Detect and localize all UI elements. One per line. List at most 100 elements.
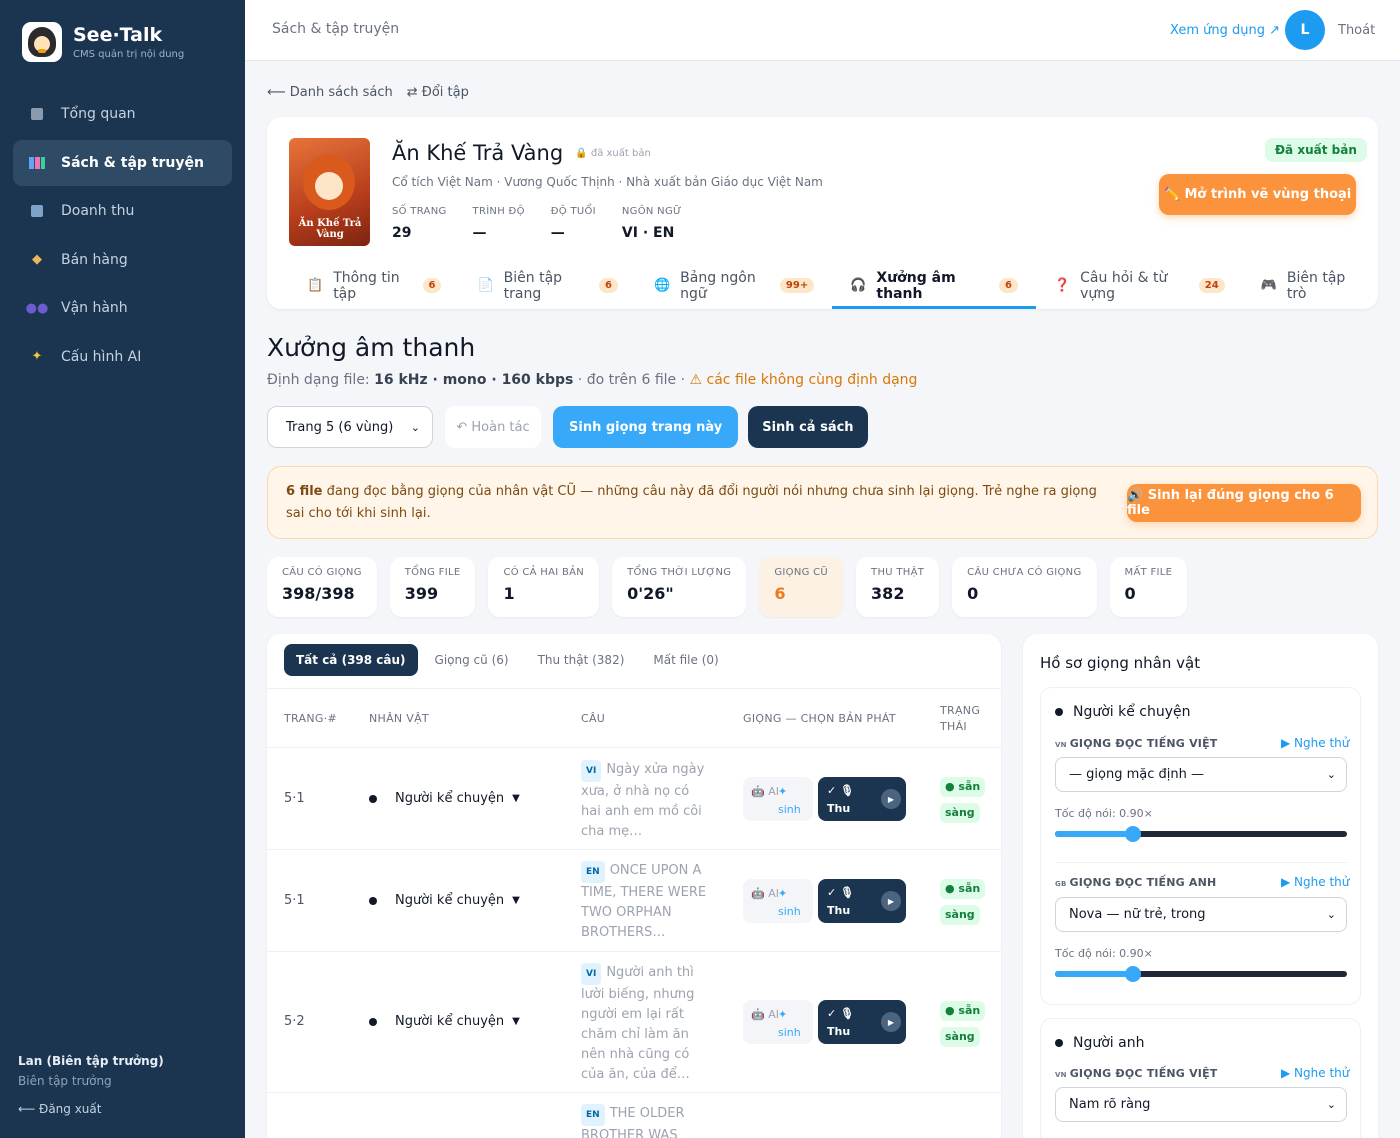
col-voice: GIỌNG — CHỌN BẢN PHÁT bbox=[743, 712, 896, 725]
headphones-icon: 🎧 bbox=[850, 278, 867, 293]
ai-voice-option[interactable]: 🤖 AI ✦ sinh bbox=[743, 777, 813, 821]
page-select[interactable]: Trang 5 (6 vùng) ⌄ bbox=[267, 406, 433, 448]
user-role: Biên tập trưởng bbox=[18, 1074, 112, 1088]
chevron-down-icon: ⌄ bbox=[1326, 908, 1336, 921]
cover-title: Ăn Khế Trả Vàng bbox=[298, 218, 362, 240]
logout-link[interactable]: ⟵ Đăng xuất bbox=[18, 1102, 164, 1116]
voice-group-label: GB GIỌNG ĐỌC TIẾNG ANH bbox=[1055, 876, 1217, 889]
character-select[interactable]: Người kể chuyện ▼ bbox=[369, 1014, 520, 1029]
sidebar-item-revenue[interactable]: Doanh thu bbox=[13, 188, 232, 234]
recorded-voice-option[interactable]: ✓ 🎙 Thu thật — ▶ bbox=[818, 777, 906, 833]
tab-quiz-vocab[interactable]: ❓ Câu hỏi & từ vựng 24 bbox=[1036, 262, 1243, 309]
col-id: TRANG·# bbox=[284, 712, 338, 725]
breadcrumb: Sách & tập truyện bbox=[272, 21, 400, 37]
play-icon[interactable]: ▶ bbox=[881, 789, 901, 809]
logo-icon bbox=[22, 22, 62, 62]
metric-voiced: CÂU CÓ GIỌNG 398/398 bbox=[267, 557, 377, 617]
question-icon: ❓ bbox=[1053, 278, 1071, 293]
sidebar-item-operations[interactable]: ●● Vận hành bbox=[13, 285, 232, 331]
brand[interactable]: See·Talk CMS quản trị nội dung bbox=[22, 22, 184, 62]
tab-page-editor[interactable]: 📄 Biên tập trang 6 bbox=[459, 262, 635, 309]
switch-episode-link[interactable]: ⇄ Đổi tập bbox=[407, 85, 469, 100]
slider-handle[interactable] bbox=[1124, 826, 1141, 842]
play-icon[interactable]: ▶ bbox=[881, 891, 901, 911]
user-info: Lan (Biên tập trưởng) Biên tập trưởng ⟵ … bbox=[18, 1054, 164, 1116]
published-note: 🔒 đã xuất bản bbox=[575, 147, 651, 159]
play-icon[interactable]: ▶ bbox=[881, 1012, 901, 1032]
page-icon: 📄 bbox=[477, 278, 494, 293]
book-title-row: Ăn Khế Trả Vàng 🔒 đã xuất bản bbox=[392, 141, 651, 165]
sidebar-item-label: Bán hàng bbox=[61, 251, 128, 268]
generate-book-button[interactable]: Sinh cả sách bbox=[748, 406, 868, 448]
sidebar-nav: Tổng quan Sách & tập truyện Doanh thu ◆ … bbox=[13, 91, 232, 382]
sentence-text: VI Người anh thì lười biếng, nhưng người … bbox=[581, 963, 695, 1082]
status-badge: ● sẵn sàng bbox=[940, 998, 986, 1050]
sidebar-item-sales[interactable]: ◆ Bán hàng bbox=[13, 237, 232, 283]
recorded-voice-option[interactable]: ✓ 🎙 Thu thật — ▶ bbox=[818, 1000, 906, 1056]
status-badge: Đã xuất bản bbox=[1265, 138, 1367, 162]
topbar: Sách & tập truyện Xem ứng dụng ↗ L Thoát bbox=[245, 0, 1400, 61]
metric-duration: TỔNG THỜI LƯỢNG 0'26" bbox=[612, 557, 747, 617]
slider-handle[interactable] bbox=[1124, 966, 1141, 982]
undo-button[interactable]: ↶ Hoàn tác bbox=[445, 406, 541, 448]
regenerate-voices-button[interactable]: 🔊 Sinh lại đúng giọng cho 6 file bbox=[1127, 484, 1361, 522]
sidebar-item-label: Doanh thu bbox=[61, 203, 135, 219]
col-status-2: THÁI bbox=[940, 720, 967, 733]
speed-label: Tốc độ nói: 0.90× bbox=[1055, 807, 1153, 820]
filter-old-voice[interactable]: Giọng cũ (6) bbox=[423, 644, 521, 676]
col-character: NHÂN VẬT bbox=[369, 712, 429, 725]
divider bbox=[1055, 862, 1347, 863]
ai-voice-option[interactable]: 🤖 AI ✦ sinh bbox=[743, 1000, 813, 1044]
table-row: EN THE OLDER BROTHER WAS bbox=[267, 1093, 1001, 1138]
globe-icon: 🌐 bbox=[653, 278, 671, 293]
voice-group-label: VN GIỌNG ĐỌC TIẾNG VIỆT bbox=[1055, 1067, 1218, 1080]
listen-button[interactable]: ▶ Nghe thử bbox=[1281, 736, 1349, 750]
metrics-row: CÂU CÓ GIỌNG 398/398 TỔNG FILE 399 CÓ CẢ H… bbox=[267, 557, 1200, 617]
listen-button[interactable]: ▶ Nghe thử bbox=[1281, 1066, 1349, 1080]
voice-profiles-card: Hồ sơ giọng nhân vật Người kể chuyện VN G… bbox=[1023, 634, 1378, 1138]
back-to-list-link[interactable]: ⟵ Danh sách sách bbox=[267, 85, 393, 100]
voice-select[interactable]: — giọng mặc định — ⌄ bbox=[1055, 757, 1347, 792]
filter-missing[interactable]: Mất file (0) bbox=[641, 644, 730, 676]
tab-audio-studio[interactable]: 🎧 Xưởng âm thanh 6 bbox=[832, 262, 1036, 309]
ai-voice-option[interactable]: 🤖 AI ✦ sinh bbox=[743, 879, 813, 923]
listen-button[interactable]: ▶ Nghe thử bbox=[1281, 875, 1349, 889]
character-select[interactable]: Người kể chuyện ▼ bbox=[369, 791, 520, 806]
metric-missing: MẤT FILE 0 bbox=[1109, 557, 1188, 617]
filter-all[interactable]: Tất cả (398 câu) bbox=[284, 644, 418, 676]
open-dialog-editor-button[interactable]: ✏️ Mở trình vẽ vùng thoại bbox=[1159, 174, 1356, 215]
book-card: Ăn Khế Trả Vàng Ăn Khế Trả Vàng 🔒 đã xuấ… bbox=[267, 117, 1378, 309]
view-app-link[interactable]: Xem ứng dụng ↗ bbox=[1170, 23, 1280, 38]
generate-page-button[interactable]: Sinh giọng trang này bbox=[553, 406, 739, 448]
sidebar-item-ai-config[interactable]: ✦ Cấu hình AI bbox=[13, 334, 232, 380]
tab-episode-info[interactable]: 📋 Thông tin tập 6 bbox=[289, 262, 459, 309]
logout-button[interactable]: Thoát bbox=[1338, 23, 1375, 38]
sentence-text: EN ONCE UPON A TIME, THERE WERE TWO ORPHA… bbox=[581, 861, 707, 940]
gamepad-icon: 🎮 bbox=[1260, 278, 1277, 293]
filter-recorded[interactable]: Thu thật (382) bbox=[526, 644, 637, 676]
chevron-down-icon: ▼ bbox=[512, 1016, 520, 1027]
speed-slider[interactable] bbox=[1055, 966, 1347, 982]
voice-select[interactable]: Nova — nữ trẻ, trong ⌄ bbox=[1055, 897, 1347, 932]
filter-chips: Tất cả (398 câu) Giọng cũ (6) Thu thật (… bbox=[284, 644, 736, 676]
sidebar-item-books[interactable]: Sách & tập truyện bbox=[13, 139, 232, 186]
character-select[interactable]: Người kể chuyện ▼ bbox=[369, 893, 520, 908]
table-row: 5·2 Người kể chuyện ▼ VI Người anh thì lườ… bbox=[267, 952, 1001, 1093]
tab-language-table[interactable]: 🌐 Bảng ngôn ngữ 99+ bbox=[636, 262, 832, 309]
profile-name: Người kể chuyện bbox=[1055, 704, 1191, 720]
brand-subtitle: CMS quản trị nội dung bbox=[73, 49, 185, 60]
sparkle-icon: ✦ bbox=[31, 349, 43, 364]
sentence-table-card: Tất cả (398 câu) Giọng cũ (6) Thu thật (… bbox=[267, 634, 1001, 1138]
stat-pages: SỐ TRANG 29 bbox=[392, 206, 447, 241]
profile-name: Người anh bbox=[1055, 1035, 1144, 1051]
voice-profile-narrator: Người kể chuyện VN GIỌNG ĐỌC TIẾNG VIỆT ▶… bbox=[1040, 687, 1361, 1005]
avatar[interactable]: L bbox=[1285, 10, 1325, 50]
speed-slider[interactable] bbox=[1055, 826, 1347, 842]
old-voice-alert: 6 file đang đọc bằng giọng của nhân vật … bbox=[267, 466, 1378, 539]
voice-select[interactable]: Nam rõ ràng ⌄ bbox=[1055, 1087, 1347, 1122]
book-cover: Ăn Khế Trả Vàng bbox=[289, 138, 370, 246]
tab-game-editor[interactable]: 🎮 Biên tập trò bbox=[1243, 262, 1378, 309]
metric-old-voice[interactable]: GIỌNG CŨ 6 bbox=[759, 557, 844, 617]
recorded-voice-option[interactable]: ✓ 🎙 Thu thật — ▶ bbox=[818, 879, 906, 935]
sidebar-item-overview[interactable]: Tổng quan bbox=[13, 91, 232, 137]
